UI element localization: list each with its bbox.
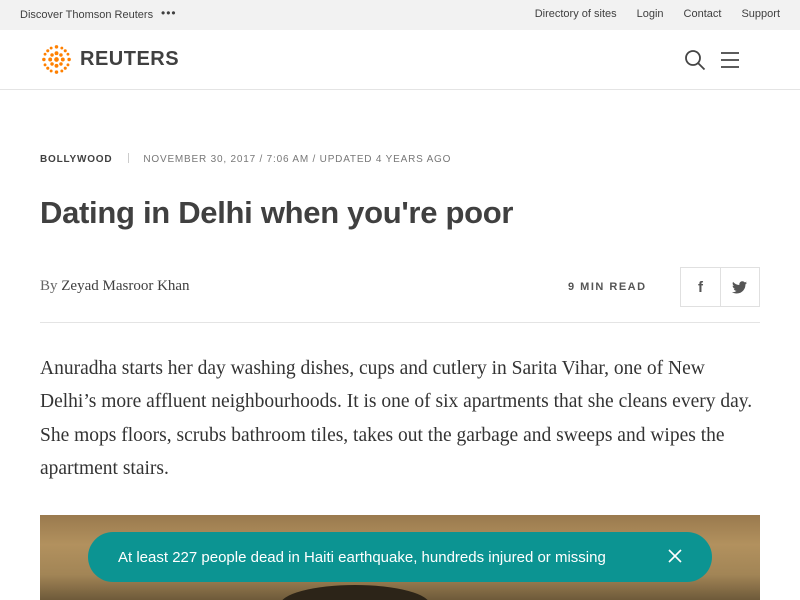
- discover-link[interactable]: Discover Thomson Reuters: [20, 9, 153, 21]
- section-link[interactable]: BOLLYWOOD: [40, 154, 112, 165]
- login-link[interactable]: Login: [637, 8, 664, 20]
- author-link[interactable]: Zeyad Masroor Khan: [61, 278, 189, 294]
- utility-links: Directory of sites Login Contact Support: [535, 8, 780, 20]
- read-time: 9 MIN READ: [568, 281, 647, 293]
- article-meta: BOLLYWOOD NOVEMBER 30, 2017 / 7:06 AM / U…: [40, 153, 451, 165]
- meta-divider: [128, 153, 130, 163]
- reuters-logo-icon: [42, 45, 71, 74]
- menu-icon[interactable]: [720, 51, 740, 69]
- more-icon[interactable]: •••: [161, 6, 177, 20]
- support-link[interactable]: Support: [741, 8, 780, 20]
- article-title: Dating in Delhi when you're poor: [40, 195, 514, 230]
- twitter-share-button[interactable]: [719, 268, 759, 306]
- twitter-icon: [732, 280, 748, 293]
- facebook-icon: f: [697, 278, 703, 296]
- close-icon[interactable]: [666, 547, 684, 565]
- facebook-share-button[interactable]: f: [681, 268, 720, 306]
- image-tree-silhouette: [280, 585, 430, 600]
- byline: By Zeyad Masroor Khan: [40, 278, 190, 295]
- reuters-logo[interactable]: REUTERS: [40, 43, 179, 76]
- site-header: REUTERS: [0, 30, 800, 90]
- byline-prefix: By: [40, 278, 58, 294]
- breaking-news-text[interactable]: At least 227 people dead in Haiti earthq…: [118, 549, 606, 566]
- share-buttons: f: [680, 267, 760, 307]
- search-icon[interactable]: [684, 49, 706, 71]
- byline-divider: [40, 322, 760, 323]
- utility-bar: Discover Thomson Reuters ••• Directory o…: [0, 0, 800, 30]
- contact-link[interactable]: Contact: [684, 8, 722, 20]
- reuters-wordmark: REUTERS: [80, 48, 180, 70]
- article-date: NOVEMBER 30, 2017 / 7:06 AM / UPDATED 4 …: [143, 154, 452, 165]
- directory-link[interactable]: Directory of sites: [535, 8, 617, 20]
- article-paragraph: Anuradha starts her day washing dishes, …: [40, 358, 753, 479]
- breaking-news-toast[interactable]: At least 227 people dead in Haiti earthq…: [88, 532, 712, 582]
